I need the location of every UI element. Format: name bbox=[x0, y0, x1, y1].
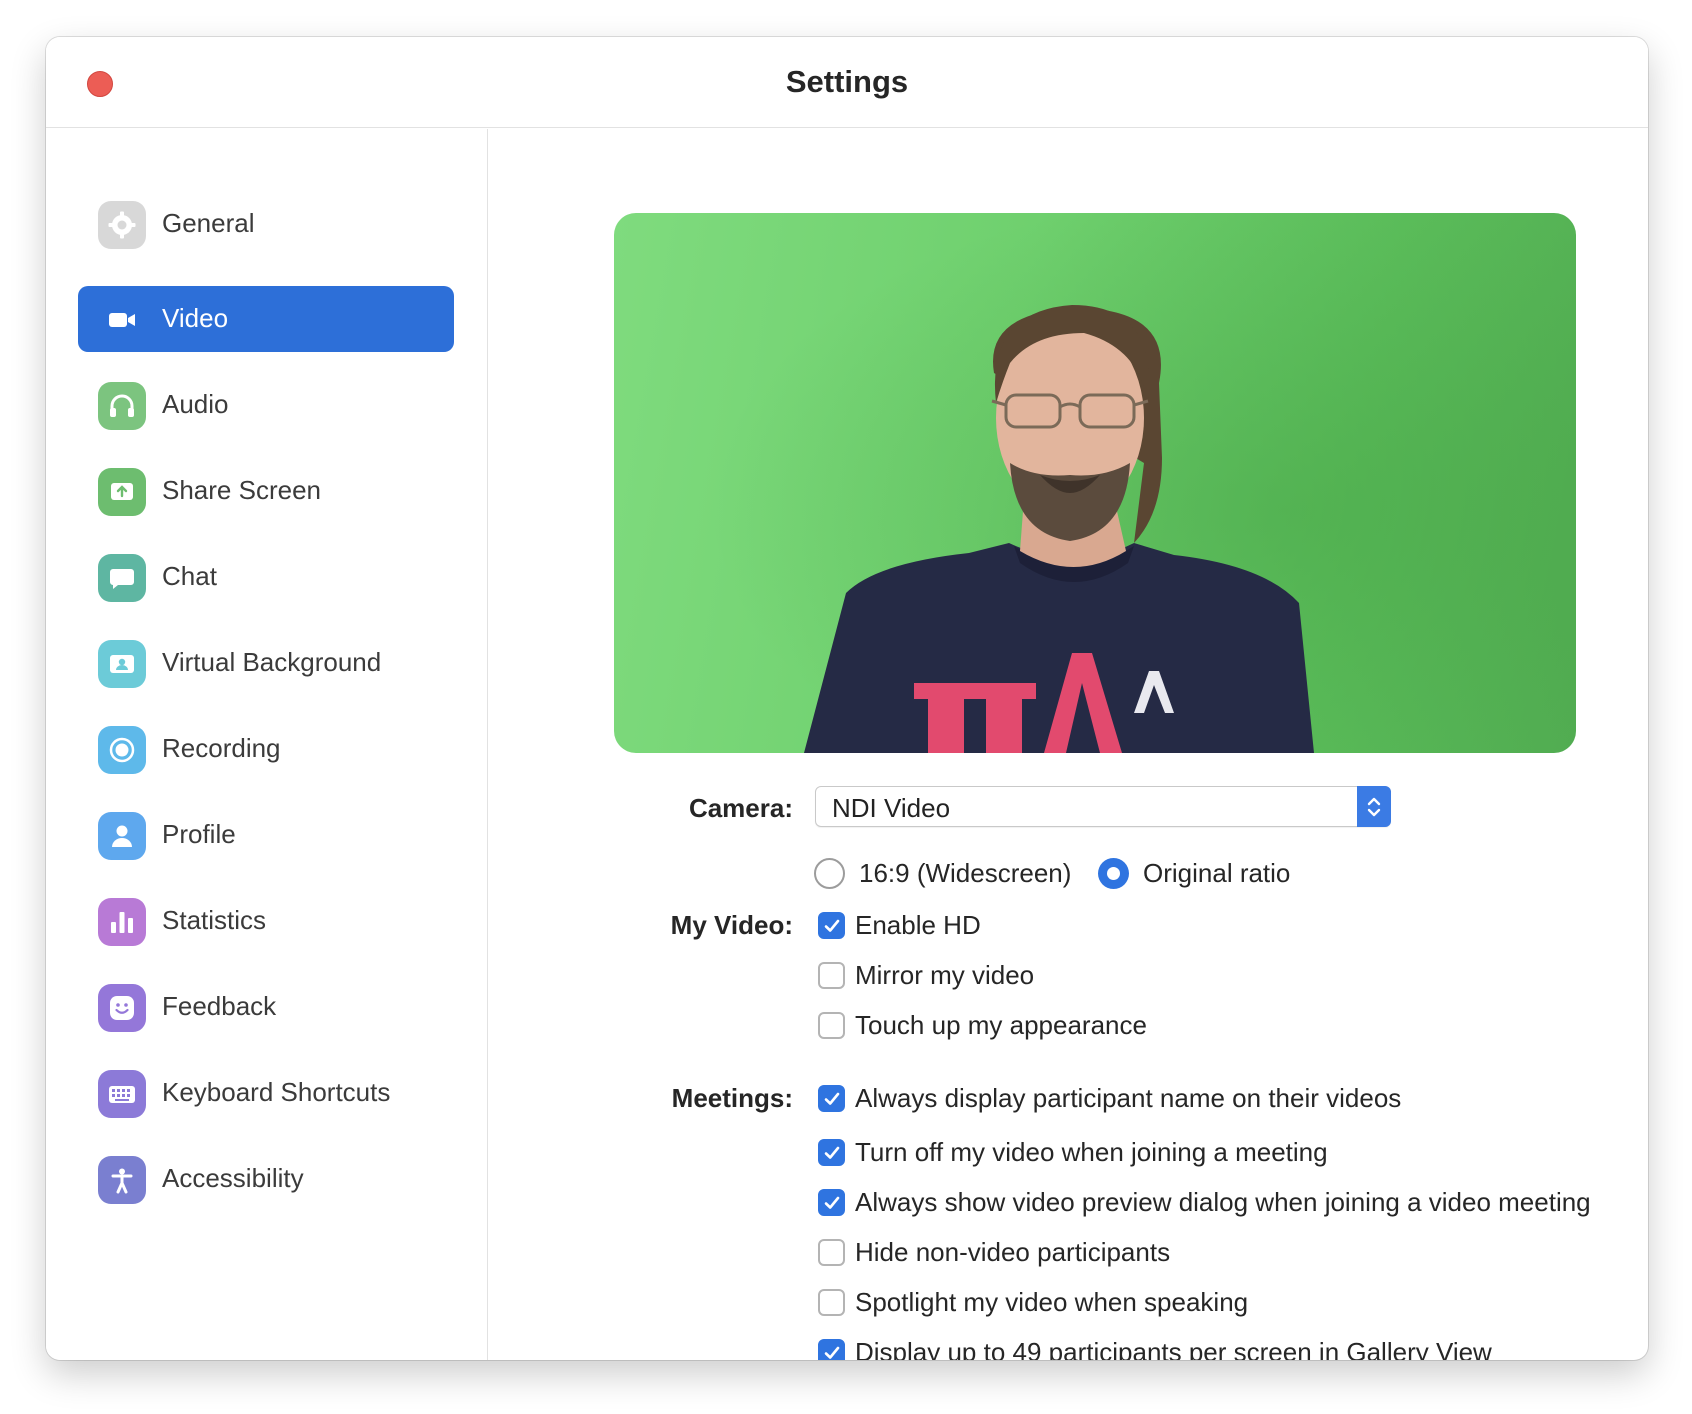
checkbox-touch-up-appearance[interactable]: Touch up my appearance bbox=[818, 1010, 1147, 1041]
sidebar-item-label: Profile bbox=[162, 819, 236, 849]
sidebar-item-share-screen[interactable]: Share Screen bbox=[78, 458, 454, 524]
window-title: Settings bbox=[785, 64, 909, 99]
camera-select-value: NDI Video bbox=[832, 793, 951, 823]
sidebar-item-recording[interactable]: Recording bbox=[78, 716, 454, 782]
keyboard-icon bbox=[98, 1070, 146, 1118]
checkbox[interactable] bbox=[818, 912, 845, 939]
checkbox[interactable] bbox=[818, 1012, 845, 1039]
sidebar-item-audio[interactable]: Audio bbox=[78, 372, 454, 438]
radio-original-ratio[interactable]: Original ratio bbox=[1098, 858, 1290, 889]
sidebar-item-accessibility[interactable]: Accessibility bbox=[78, 1146, 454, 1212]
radio-label: Original ratio bbox=[1143, 858, 1291, 888]
smiley-icon bbox=[98, 984, 146, 1032]
sidebar-item-label: Video bbox=[162, 303, 229, 333]
checkbox-gallery-49-participants[interactable]: Display up to 49 participants per screen… bbox=[818, 1337, 1492, 1360]
video-settings-panel: Camera: NDI Video 16:9 (Widescreen) Orig… bbox=[489, 129, 1648, 1360]
sidebar-item-label: General bbox=[162, 208, 255, 238]
checkbox-show-video-preview[interactable]: Always show video preview dialog when jo… bbox=[818, 1187, 1591, 1218]
person-icon bbox=[98, 812, 146, 860]
checkbox[interactable] bbox=[818, 1239, 845, 1266]
video-camera-icon bbox=[98, 296, 146, 344]
sidebar-item-label: Accessibility bbox=[162, 1163, 304, 1193]
title-bar: Settings bbox=[46, 37, 1648, 128]
checkbox[interactable] bbox=[818, 1139, 845, 1166]
bar-chart-icon bbox=[98, 898, 146, 946]
headphones-icon bbox=[98, 382, 146, 430]
camera-select[interactable]: NDI Video bbox=[815, 786, 1391, 827]
checkbox-label: Always show video preview dialog when jo… bbox=[855, 1187, 1591, 1217]
checkbox-enable-hd[interactable]: Enable HD bbox=[818, 910, 981, 941]
checkbox[interactable] bbox=[818, 1085, 845, 1112]
checkmark-icon bbox=[824, 1196, 839, 1209]
checkbox-spotlight-video[interactable]: Spotlight my video when speaking bbox=[818, 1287, 1248, 1318]
checkbox-label: Always display participant name on their… bbox=[855, 1083, 1402, 1113]
checkbox[interactable] bbox=[818, 1189, 845, 1216]
person-video-image bbox=[614, 213, 1576, 753]
checkbox-label: Turn off my video when joining a meeting bbox=[855, 1137, 1328, 1167]
settings-sidebar: General Video Audio Share Screen Chat Vi… bbox=[46, 129, 488, 1360]
checkmark-icon bbox=[824, 1146, 839, 1159]
chat-bubble-icon bbox=[98, 554, 146, 602]
sidebar-item-statistics[interactable]: Statistics bbox=[78, 888, 454, 954]
sidebar-item-general[interactable]: General bbox=[78, 191, 454, 257]
checkbox-mirror-video[interactable]: Mirror my video bbox=[818, 960, 1034, 991]
sidebar-item-video[interactable]: Video bbox=[78, 286, 454, 352]
checkbox[interactable] bbox=[818, 962, 845, 989]
sidebar-item-chat[interactable]: Chat bbox=[78, 544, 454, 610]
checkmark-icon bbox=[824, 1346, 839, 1359]
checkbox-label: Hide non-video participants bbox=[855, 1237, 1171, 1267]
checkbox-label: Touch up my appearance bbox=[855, 1010, 1147, 1040]
chevron-updown-icon bbox=[1357, 786, 1391, 827]
checkmark-icon bbox=[824, 919, 839, 932]
checkbox-display-participant-name[interactable]: Always display participant name on their… bbox=[818, 1083, 1401, 1114]
sidebar-item-label: Chat bbox=[162, 561, 217, 591]
checkmark-icon bbox=[824, 1092, 839, 1105]
radio-label: 16:9 (Widescreen) bbox=[859, 858, 1072, 888]
sidebar-item-label: Recording bbox=[162, 733, 281, 763]
checkbox-label: Spotlight my video when speaking bbox=[855, 1287, 1249, 1317]
sidebar-item-label: Statistics bbox=[162, 905, 267, 935]
sidebar-item-label: Audio bbox=[162, 389, 229, 419]
sidebar-item-keyboard-shortcuts[interactable]: Keyboard Shortcuts bbox=[78, 1060, 454, 1126]
person-portrait-icon bbox=[98, 640, 146, 688]
video-preview bbox=[614, 213, 1576, 753]
checkbox-turn-off-video-joining[interactable]: Turn off my video when joining a meeting bbox=[818, 1137, 1328, 1168]
sidebar-item-feedback[interactable]: Feedback bbox=[78, 974, 454, 1040]
radio-widescreen[interactable]: 16:9 (Widescreen) bbox=[814, 858, 1071, 889]
sidebar-item-label: Share Screen bbox=[162, 475, 321, 505]
sidebar-item-profile[interactable]: Profile bbox=[78, 802, 454, 868]
radio-button[interactable] bbox=[1098, 858, 1129, 889]
sidebar-item-label: Keyboard Shortcuts bbox=[162, 1077, 391, 1107]
gear-icon bbox=[98, 201, 146, 249]
checkbox-label: Display up to 49 participants per screen… bbox=[855, 1337, 1492, 1360]
checkbox-hide-non-video[interactable]: Hide non-video participants bbox=[818, 1237, 1170, 1268]
record-icon bbox=[98, 726, 146, 774]
meetings-label: Meetings: bbox=[671, 1083, 793, 1113]
checkbox[interactable] bbox=[818, 1339, 845, 1360]
share-screen-icon bbox=[98, 468, 146, 516]
checkbox-label: Enable HD bbox=[855, 910, 981, 940]
sidebar-item-label: Virtual Background bbox=[162, 647, 382, 677]
radio-button[interactable] bbox=[814, 858, 845, 889]
accessibility-icon bbox=[98, 1156, 146, 1204]
camera-label: Camera: bbox=[688, 793, 793, 823]
checkbox[interactable] bbox=[818, 1289, 845, 1316]
sidebar-item-virtual-background[interactable]: Virtual Background bbox=[78, 630, 454, 696]
checkbox-label: Mirror my video bbox=[855, 960, 1035, 990]
my-video-label: My Video: bbox=[670, 910, 793, 940]
sidebar-item-label: Feedback bbox=[162, 991, 277, 1021]
settings-window: Settings General Video Audio Share Scree… bbox=[46, 37, 1648, 1360]
